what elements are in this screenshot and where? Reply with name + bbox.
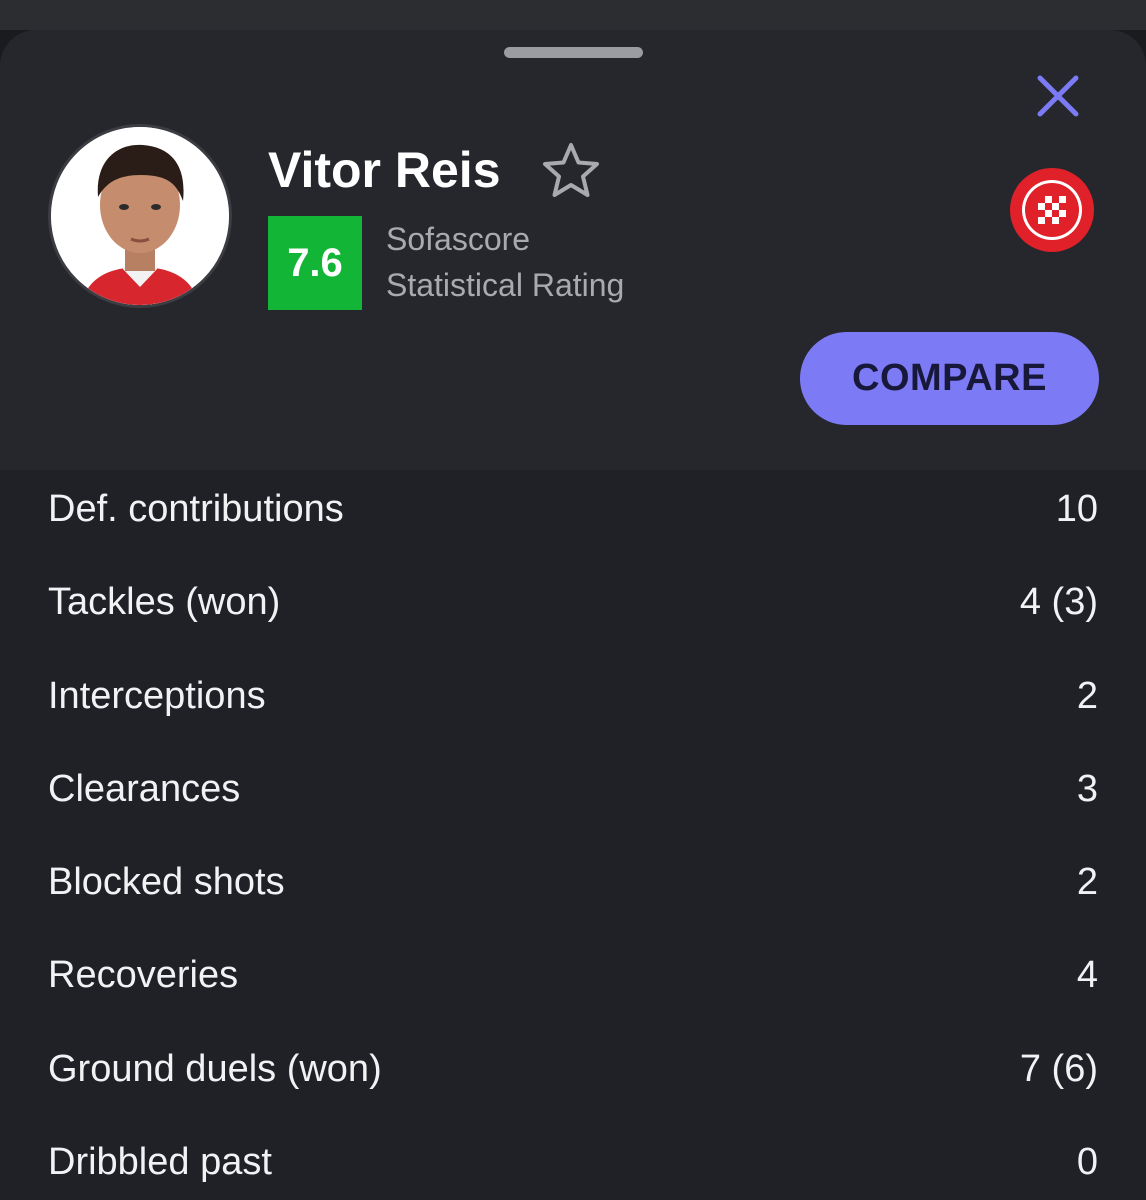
- stat-row-tackles: Tackles (won) 4 (3): [0, 556, 1146, 649]
- stat-row-clearances: Clearances 3: [0, 743, 1146, 836]
- favorite-button[interactable]: [540, 140, 602, 202]
- player-bottom-sheet: Vitor Reis 7.6 Sofascore Statistical Rat…: [0, 30, 1146, 1200]
- player-photo: [51, 127, 229, 305]
- stat-value: 0: [1076, 1141, 1098, 1184]
- stat-value: 4 (3): [1019, 581, 1098, 624]
- compare-button[interactable]: COMPARE: [800, 332, 1099, 425]
- stat-label: Blocked shots: [48, 861, 285, 904]
- stat-label: Def. contributions: [48, 488, 344, 530]
- stat-value: 3: [1076, 767, 1098, 810]
- stat-row-interceptions: Interceptions 2: [0, 650, 1146, 743]
- girona-crest-icon: [1010, 168, 1094, 252]
- stats-list: Def. contributions 10 Tackles (won) 4 (3…: [0, 463, 1146, 1200]
- stat-label: Recoveries: [48, 954, 239, 997]
- stat-value: 2: [1076, 861, 1098, 904]
- stat-label: Tackles (won): [48, 581, 281, 624]
- stat-row-def-contributions: Def. contributions 10: [0, 463, 1146, 556]
- close-button[interactable]: [1030, 68, 1086, 124]
- stat-row-recoveries: Recoveries 4: [0, 929, 1146, 1022]
- player-avatar[interactable]: [48, 124, 232, 308]
- player-header: Vitor Reis 7.6 Sofascore Statistical Rat…: [0, 30, 1146, 470]
- stat-row-dribbled-past: Dribbled past 0: [0, 1116, 1146, 1200]
- stat-value: 4: [1076, 954, 1098, 997]
- close-icon: [1037, 75, 1079, 117]
- stat-label: Interceptions: [48, 674, 266, 717]
- stat-value: 7 (6): [1019, 1047, 1098, 1090]
- stat-row-ground-duels: Ground duels (won) 7 (6): [0, 1023, 1146, 1116]
- rating-label-line1: Sofascore: [386, 221, 531, 257]
- stat-row-blocked-shots: Blocked shots 2: [0, 836, 1146, 929]
- stat-value: 2: [1076, 674, 1098, 717]
- stat-value: 10: [1055, 488, 1098, 530]
- player-name: Vitor Reis: [268, 142, 501, 198]
- stat-label: Ground duels (won): [48, 1047, 382, 1090]
- drag-handle[interactable]: [504, 47, 643, 58]
- status-bar-strip: [0, 0, 1146, 30]
- rating-label: Sofascore Statistical Rating: [386, 216, 624, 308]
- stat-label: Dribbled past: [48, 1141, 272, 1184]
- rating-badge: 7.6: [268, 216, 362, 310]
- club-badge[interactable]: [1008, 166, 1096, 254]
- star-outline-icon: [543, 143, 599, 197]
- stat-label: Clearances: [48, 767, 241, 810]
- rating-label-line2: Statistical Rating: [386, 267, 625, 303]
